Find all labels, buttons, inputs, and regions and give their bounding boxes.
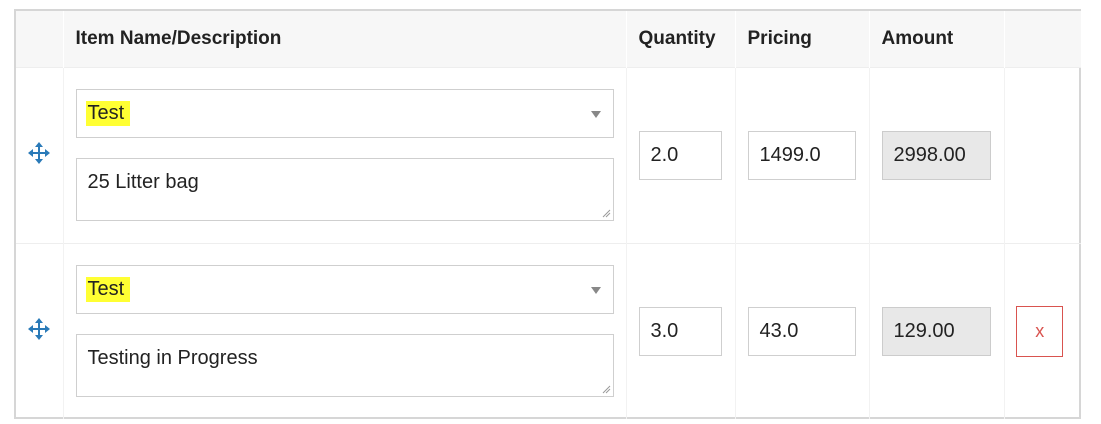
pricing-cell: 43.0 [735, 243, 870, 419]
amount-field: 2998.00 [881, 130, 991, 180]
move-arrows-icon[interactable] [28, 317, 51, 340]
header-pricing: Pricing [735, 11, 870, 67]
table-header-row: Item Name/Description Quantity Pricing A… [16, 11, 1082, 67]
pricing-input[interactable]: 1499.0 [747, 130, 856, 180]
header-actions [1004, 11, 1082, 67]
item-select[interactable]: Test [75, 265, 614, 315]
resize-grip-icon[interactable] [602, 209, 611, 218]
line-items-table: Item Name/Description Quantity Pricing A… [14, 9, 1082, 419]
pricing-cell: 1499.0 [735, 67, 870, 243]
item-select[interactable]: Test [75, 89, 614, 138]
resize-grip-icon[interactable] [602, 385, 611, 394]
pricing-input[interactable]: 43.0 [747, 306, 856, 356]
remove-row-button[interactable]: x [1016, 305, 1064, 357]
item-select-value: Test [85, 277, 131, 303]
chevron-down-icon [590, 111, 601, 118]
description-textarea[interactable]: 25 Litter bag [75, 158, 614, 221]
chevron-down-icon [590, 287, 601, 295]
drag-handle[interactable] [16, 243, 64, 419]
header-handle [16, 11, 64, 67]
move-arrows-icon[interactable] [28, 141, 51, 164]
item-select-value: Test [85, 101, 131, 126]
table-row: Test Testing in Progress 3.0 43.0 129.00… [16, 243, 1081, 419]
action-cell [1004, 67, 1081, 243]
table-row: Test 25 Litter bag 2.0 1499.0 2998.00 [16, 67, 1081, 243]
amount-cell: 2998.00 [869, 67, 1005, 243]
quantity-input[interactable]: 3.0 [638, 306, 722, 356]
header-item: Item Name/Description [63, 11, 627, 67]
description-textarea[interactable]: Testing in Progress [75, 334, 614, 398]
item-cell: Test Testing in Progress [63, 243, 627, 419]
drag-handle[interactable] [16, 67, 64, 243]
amount-cell: 129.00 [869, 243, 1005, 419]
quantity-input[interactable]: 2.0 [638, 130, 722, 180]
action-cell: x [1004, 243, 1081, 419]
header-amount: Amount [869, 11, 1005, 67]
description-text: Testing in Progress [87, 347, 258, 370]
description-text: 25 Litter bag [87, 171, 199, 193]
amount-field: 129.00 [881, 306, 991, 356]
header-quantity: Quantity [626, 11, 736, 67]
item-cell: Test 25 Litter bag [63, 67, 627, 243]
quantity-cell: 3.0 [626, 243, 736, 419]
quantity-cell: 2.0 [626, 67, 736, 243]
